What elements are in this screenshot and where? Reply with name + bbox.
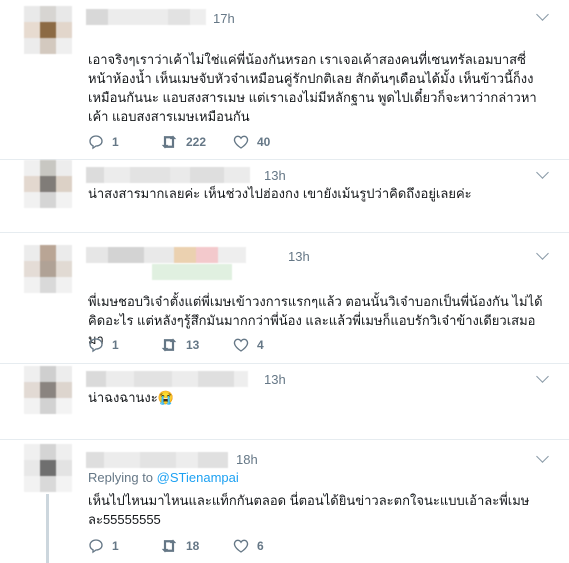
tweet-reply[interactable]: 17h เอาจริงๆเราว่าเค้าไม่ใช่แค่พี่น้องกั… [0, 0, 569, 160]
reply-count: 1 [112, 338, 119, 352]
like-icon [233, 338, 249, 352]
reply-button[interactable]: 1 [88, 538, 119, 554]
retweet-count: 222 [186, 135, 207, 149]
retweet-count: 13 [186, 338, 200, 352]
retweet-button[interactable]: 222 [160, 134, 206, 150]
timestamp[interactable]: 13h [264, 168, 286, 183]
like-button[interactable]: 40 [233, 134, 270, 150]
like-count: 40 [257, 135, 271, 149]
timestamp[interactable]: 18h [236, 452, 258, 467]
tweet-reply[interactable]: 13h น่าฉงฉานงะ😭 [0, 364, 569, 438]
retweet-icon [161, 539, 177, 553]
replying-to: Replying to @STienampai [88, 470, 239, 485]
chevron-down-icon[interactable] [536, 247, 549, 260]
avatar[interactable] [24, 366, 72, 414]
reply-icon [89, 135, 103, 150]
retweet-button[interactable]: 13 [160, 337, 199, 353]
reply-button[interactable]: 1 [88, 134, 119, 150]
like-button[interactable]: 6 [233, 538, 264, 554]
tweet-reply[interactable]: 13h น่าสงสารมากเลยค่ะ เห็นช่วงไปฮ่องกง เ… [0, 160, 569, 232]
like-button[interactable]: 4 [233, 337, 264, 353]
tweet-reply[interactable]: 18h Replying to @STienampai เห็นไปไหนมาไ… [0, 440, 569, 563]
user-name[interactable] [86, 371, 248, 387]
chevron-down-icon[interactable] [536, 8, 549, 21]
like-icon [233, 135, 249, 149]
tweet-text: น่าฉงฉานงะ😭 [88, 390, 174, 405]
reply-button[interactable]: 1 [88, 337, 119, 353]
thread-line [46, 494, 49, 563]
tweet-text: พี่เมษชอบวิเจ๋าตั้งแต่พี่เมษเข้าวงการแรก… [88, 294, 543, 347]
retweet-count: 18 [186, 539, 200, 553]
replying-handle-link[interactable]: @STienampai [157, 470, 239, 485]
tweet-text: น่าสงสารมากเลยค่ะ เห็นช่วงไปฮ่องกง เขายั… [88, 186, 472, 201]
reply-count: 1 [112, 135, 119, 149]
timestamp[interactable]: 17h [213, 11, 235, 26]
avatar[interactable] [24, 6, 72, 54]
user-name[interactable] [86, 247, 246, 263]
tweet-text: เอาจริงๆเราว่าเค้าไม่ใช่แค่พี่น้องกันหรอ… [88, 52, 537, 124]
like-count: 6 [257, 539, 264, 553]
user-handle [152, 264, 232, 280]
reply-icon [89, 539, 103, 554]
chevron-down-icon[interactable] [536, 450, 549, 463]
replying-prefix: Replying to [88, 470, 154, 485]
retweet-icon [161, 135, 177, 149]
tweet-text: เห็นไปไหนมาไหนและแท็กกันตลอด นี่ตอนได้ยิ… [88, 493, 530, 527]
chevron-down-icon[interactable] [536, 166, 549, 179]
avatar[interactable] [24, 444, 72, 492]
timestamp[interactable]: 13h [288, 249, 310, 264]
reply-count: 1 [112, 539, 119, 553]
retweet-icon [161, 338, 177, 352]
reply-icon [89, 338, 103, 353]
like-count: 4 [257, 338, 264, 352]
user-name[interactable] [86, 452, 228, 468]
retweet-button[interactable]: 18 [160, 538, 199, 554]
user-name[interactable] [86, 167, 250, 183]
timestamp[interactable]: 13h [264, 372, 286, 387]
avatar[interactable] [24, 160, 72, 208]
tweet-reply[interactable]: 13h พี่เมษชอบวิเจ๋าตั้งแต่พี่เมษเข้าวงกา… [0, 233, 569, 363]
avatar[interactable] [24, 245, 72, 293]
user-name[interactable] [86, 9, 206, 25]
like-icon [233, 539, 249, 553]
chevron-down-icon[interactable] [536, 370, 549, 383]
